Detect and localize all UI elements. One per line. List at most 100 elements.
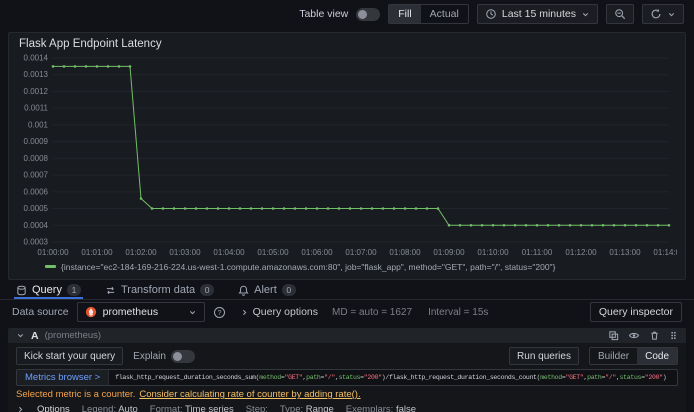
svg-text:0.0014: 0.0014 (24, 54, 49, 63)
zoom-out-button[interactable] (606, 4, 634, 24)
svg-text:01:10:00: 01:10:00 (477, 248, 509, 257)
query-options-summary: MD = auto = 1627 Interval = 15s (332, 307, 488, 318)
tab-alert-label: Alert (254, 284, 277, 296)
zoom-out-icon (614, 8, 626, 20)
datasource-row: Data source prometheus ? Query options M… (0, 300, 694, 324)
svg-text:01:11:00: 01:11:00 (522, 248, 553, 257)
warning-text: Selected metric is a counter. (16, 389, 136, 400)
chevron-right-icon (16, 405, 25, 412)
svg-text:0.0005: 0.0005 (24, 204, 49, 213)
svg-text:0.001: 0.001 (28, 120, 49, 129)
counter-warning: Selected metric is a counter. Consider c… (16, 389, 678, 400)
chevron-down-icon (188, 308, 197, 317)
tab-transform-label: Transform data (120, 284, 196, 296)
query-toolbar: Kick start your query Explain Run querie… (16, 347, 678, 365)
svg-text:01:14:00: 01:14:00 (653, 248, 677, 257)
svg-text:01:06:00: 01:06:00 (301, 248, 333, 257)
help-icon[interactable]: ? (213, 306, 226, 319)
transform-tab-icon (105, 285, 116, 296)
interval-summary: Interval = 15s (428, 306, 489, 318)
datasource-name: prometheus (102, 306, 159, 318)
tab-query-count: 1 (66, 284, 81, 296)
svg-text:01:12:00: 01:12:00 (565, 248, 597, 257)
svg-text:0.0013: 0.0013 (24, 70, 49, 79)
fill-button[interactable]: Fill (389, 5, 421, 23)
tab-transform[interactable]: Transform data 0 (103, 284, 216, 299)
svg-text:?: ? (217, 309, 221, 316)
editor-mode-group: Builder Code (588, 347, 678, 365)
query-datasource-ref: (prometheus) (44, 330, 102, 341)
tab-query-label: Query (32, 284, 62, 296)
tab-alert-count: 0 (281, 284, 296, 296)
svg-text:0.0007: 0.0007 (24, 171, 49, 180)
svg-text:0.0008: 0.0008 (24, 154, 49, 163)
grafana-panel-editor: Table view Fill Actual Last 15 minutes F… (0, 0, 694, 412)
chevron-right-icon (240, 308, 249, 317)
svg-text:01:01:00: 01:01:00 (81, 248, 113, 257)
svg-text:01:02:00: 01:02:00 (125, 248, 157, 257)
metrics-browser-button[interactable]: Metrics browser > (17, 370, 110, 385)
chevron-down-icon (667, 10, 676, 19)
clock-icon (485, 8, 497, 20)
prometheus-icon (85, 306, 97, 318)
svg-text:0.0003: 0.0003 (24, 238, 49, 247)
time-range-picker[interactable]: Last 15 minutes (476, 4, 598, 24)
explain-control: Explain (133, 349, 195, 363)
table-view-label: Table view (299, 8, 349, 20)
remove-query-icon[interactable] (649, 330, 660, 341)
editor-tabs: Query 1 Transform data 0 Alert 0 (0, 280, 694, 300)
tab-alert[interactable]: Alert 0 (236, 284, 298, 299)
panel-title: Flask App Endpoint Latency (19, 38, 162, 50)
series-color-mark (45, 265, 56, 268)
builder-mode-button[interactable]: Builder (590, 348, 637, 364)
hide-query-icon[interactable] (628, 330, 640, 341)
drag-handle-icon[interactable] (669, 330, 678, 341)
run-queries-button[interactable]: Run queries (509, 347, 579, 365)
warning-rate-link[interactable]: Consider calculating rate of counter by … (139, 389, 360, 400)
series-label: {instance="ec2-184-169-216-224.us-west-1… (61, 261, 556, 272)
chevron-down-icon (581, 10, 590, 19)
kick-start-button[interactable]: Kick start your query (16, 347, 124, 365)
duplicate-query-icon[interactable] (608, 330, 619, 341)
svg-text:01:00:00: 01:00:00 (37, 248, 69, 257)
query-editor-section: A (prometheus) Kick start your query Exp… (8, 328, 686, 412)
query-options-pairs: Legend: Auto Format: Time series Step: Typ… (81, 403, 417, 412)
explain-toggle[interactable] (170, 349, 195, 363)
svg-text:01:03:00: 01:03:00 (169, 248, 201, 257)
code-mode-button[interactable]: Code (637, 348, 677, 364)
promql-editor: Metrics browser > flask_http_request_dur… (16, 369, 678, 386)
svg-text:0.0004: 0.0004 (24, 221, 49, 230)
query-options-toggle[interactable]: Query options (240, 306, 318, 318)
chevron-down-icon[interactable] (16, 331, 25, 340)
table-view-toggle[interactable] (356, 7, 381, 21)
chart-legend[interactable]: {instance="ec2-184-169-216-224.us-west-1… (17, 260, 677, 273)
tab-transform-count: 0 (200, 284, 215, 296)
svg-text:0.0009: 0.0009 (24, 137, 49, 146)
query-expression[interactable]: flask_http_request_duration_seconds_sum(… (109, 370, 677, 385)
datasource-picker[interactable]: prometheus (76, 302, 205, 322)
svg-text:0.0012: 0.0012 (24, 87, 49, 96)
svg-text:01:07:00: 01:07:00 (345, 248, 377, 257)
query-ref-id: A (31, 329, 39, 342)
query-options-label: Query options (252, 306, 318, 318)
refresh-button[interactable] (642, 4, 684, 24)
options-label: Options (37, 403, 70, 412)
query-tab-icon (16, 285, 27, 296)
latency-panel: Flask App Endpoint Latency 0.0003 0.0004 0… (8, 32, 686, 280)
svg-text:01:05:00: 01:05:00 (257, 248, 289, 257)
tab-query[interactable]: Query 1 (14, 284, 83, 299)
panel-preview-area: Flask App Endpoint Latency 0.0003 0.0004 0… (0, 28, 694, 280)
svg-text:0.0011: 0.0011 (24, 104, 48, 113)
svg-text:01:04:00: 01:04:00 (213, 248, 245, 257)
svg-text:01:13:00: 01:13:00 (609, 248, 641, 257)
query-inspector-button[interactable]: Query inspector (589, 302, 682, 322)
query-row-header[interactable]: A (prometheus) (8, 328, 686, 343)
datasource-label: Data source (12, 306, 69, 318)
query-row-body: Kick start your query Explain Run querie… (8, 347, 686, 412)
actual-button[interactable]: Actual (421, 5, 468, 23)
query-row-actions (608, 330, 678, 341)
latency-chart[interactable]: 0.0003 0.0004 0.0005 0.0006 0.0007 0.0008 0.00… (17, 52, 677, 260)
refresh-icon (650, 8, 662, 20)
query-options-footer[interactable]: Options Legend: Auto Format: Time series S… (16, 403, 678, 412)
max-data-points-summary: MD = auto = 1627 (332, 306, 413, 318)
